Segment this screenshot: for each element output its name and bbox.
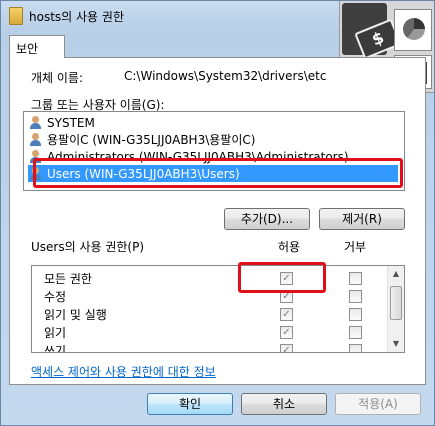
remove-button[interactable]: 제거(R) bbox=[319, 208, 405, 230]
permission-name: 읽기 및 실행 bbox=[44, 308, 107, 322]
scroll-down-icon[interactable]: ▼ bbox=[388, 336, 404, 352]
allow-checkbox[interactable]: ✓ bbox=[280, 326, 293, 339]
permission-row: 쓰기 ✓ bbox=[32, 341, 387, 353]
list-item[interactable]: Administrators (WIN-G35LJJ0ABH3\Administ… bbox=[28, 148, 398, 165]
permissions-dialog: hosts의 사용 권한 $ $ 보안 개체 이름: C:\Windows\Sy… bbox=[0, 0, 435, 426]
deny-checkbox[interactable] bbox=[349, 272, 362, 285]
user-group-icon bbox=[28, 166, 44, 181]
access-control-help-link[interactable]: 액세스 제어와 사용 권한에 대한 정보 bbox=[31, 363, 216, 380]
allow-checkbox[interactable]: ✓ bbox=[280, 308, 293, 321]
apply-button[interactable]: 적용(A) bbox=[335, 393, 421, 415]
allow-checkbox[interactable]: ✓ bbox=[280, 290, 293, 303]
permission-name: 쓰기 bbox=[44, 344, 67, 353]
scroll-thumb[interactable] bbox=[390, 286, 402, 320]
object-name-label: 개체 이름: bbox=[31, 71, 84, 85]
list-item-label: Users (WIN-G35LJJ0ABH3\Users) bbox=[47, 166, 240, 181]
deny-checkbox[interactable] bbox=[349, 344, 362, 352]
deny-column-header: 거부 bbox=[344, 240, 367, 254]
permissions-list: 모든 권한 ✓ 수정 ✓ 읽기 및 실행 ✓ 읽기 ✓ 쓰기 ✓ ▲ ▼ bbox=[31, 265, 405, 353]
permissions-scrollbar[interactable]: ▲ ▼ bbox=[387, 266, 404, 352]
user-group-icon bbox=[28, 149, 44, 164]
deny-checkbox[interactable] bbox=[349, 308, 362, 321]
permission-name: 수정 bbox=[44, 290, 67, 304]
permission-name: 모든 권한 bbox=[44, 272, 92, 286]
allow-column-header: 허용 bbox=[278, 240, 301, 254]
list-item[interactable]: SYSTEM bbox=[28, 114, 398, 131]
allow-checkbox[interactable]: ✓ bbox=[280, 272, 293, 285]
scroll-up-icon[interactable]: ▲ bbox=[388, 266, 404, 282]
list-item-label: Administrators (WIN-G35LJJ0ABH3\Administ… bbox=[47, 149, 349, 164]
allow-checkbox[interactable]: ✓ bbox=[280, 344, 293, 352]
list-item-selected[interactable]: Users (WIN-G35LJJ0ABH3\Users) bbox=[28, 165, 398, 182]
user-icon bbox=[28, 132, 44, 147]
cancel-button[interactable]: 취소 bbox=[241, 393, 327, 415]
ok-button[interactable]: 확인 bbox=[147, 393, 233, 415]
list-item-label: SYSTEM bbox=[47, 115, 95, 130]
pie-chart-icon bbox=[394, 9, 432, 51]
permission-name: 읽기 bbox=[44, 326, 67, 340]
add-button[interactable]: 추가(D)... bbox=[224, 208, 310, 230]
groups-listbox[interactable]: SYSTEM 용팔이C (WIN-G35LJJ0ABH3\용팔이C) Admin… bbox=[23, 111, 405, 191]
permission-row: 모든 권한 ✓ bbox=[32, 269, 387, 287]
folder-icon bbox=[9, 7, 23, 25]
list-item[interactable]: 용팔이C (WIN-G35LJJ0ABH3\용팔이C) bbox=[28, 131, 398, 148]
permission-row: 읽기 및 실행 ✓ bbox=[32, 305, 387, 323]
permissions-label: Users의 사용 권한(P) bbox=[31, 240, 145, 254]
object-name-value: C:\Windows\System32\drivers\etc bbox=[124, 69, 327, 83]
window-title: hosts의 사용 권한 bbox=[29, 9, 124, 24]
permission-row: 수정 ✓ bbox=[32, 287, 387, 305]
list-item-label: 용팔이C (WIN-G35LJJ0ABH3\용팔이C) bbox=[47, 133, 256, 147]
permission-row: 읽기 ✓ bbox=[32, 323, 387, 341]
user-group-icon bbox=[28, 115, 44, 130]
deny-checkbox[interactable] bbox=[349, 290, 362, 303]
tab-security[interactable]: 보안 bbox=[9, 35, 65, 58]
deny-checkbox[interactable] bbox=[349, 326, 362, 339]
